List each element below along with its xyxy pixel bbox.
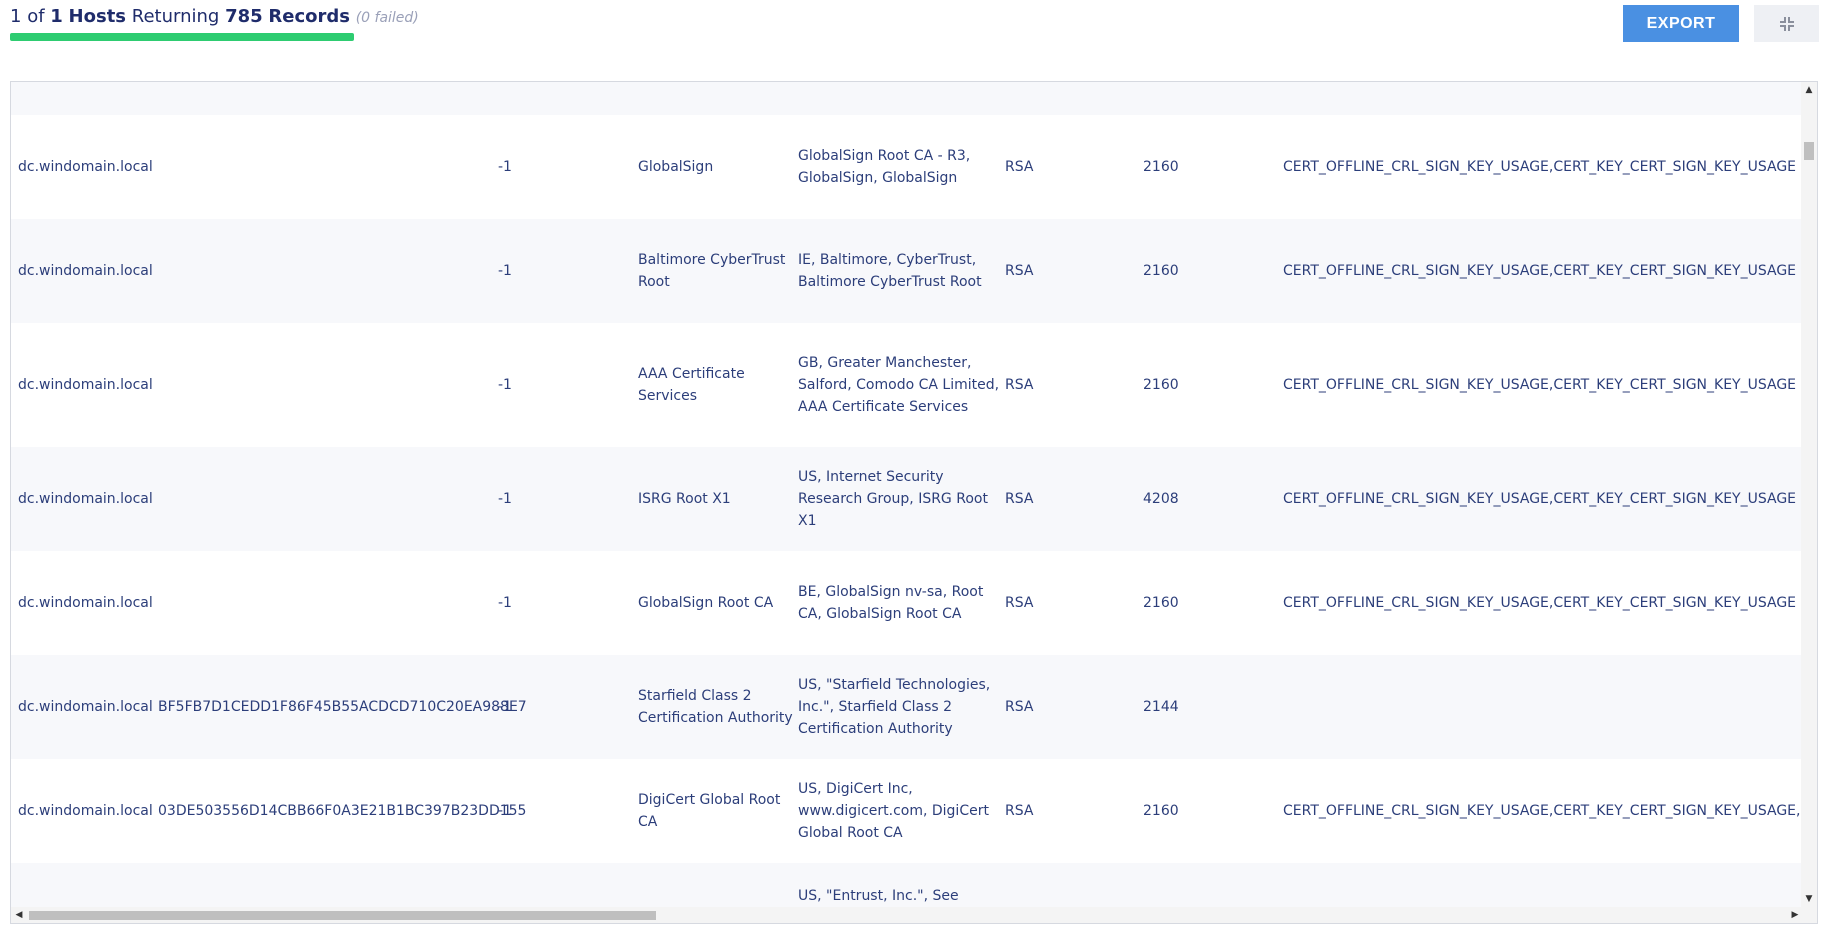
hosts-label: Hosts bbox=[68, 6, 127, 27]
cell-thumbprint bbox=[158, 551, 498, 655]
table-row: dc.windomain.local -1 AAA Certificate Serv… bbox=[11, 323, 1803, 447]
cell-key-length: 2144 bbox=[1143, 699, 1179, 715]
cell-col2 bbox=[498, 82, 638, 115]
cell-thumbprint bbox=[158, 82, 498, 115]
cell-subject: US, "Starfield Technologies, Inc.", Star… bbox=[798, 677, 991, 737]
cell-key-length: 2160 bbox=[1143, 803, 1179, 819]
scrollbar-corner bbox=[1801, 907, 1817, 923]
cell-hostname bbox=[18, 82, 158, 115]
cell-col2: -1 bbox=[498, 699, 512, 715]
cell-algorithm: RSA bbox=[1005, 803, 1034, 819]
records-label: Records bbox=[268, 6, 350, 27]
cell-key-usage: CERT_OFFLINE_CRL_SIGN_KEY_USAGE,CERT_KEY… bbox=[1283, 263, 1797, 279]
vertical-scroll-thumb[interactable] bbox=[1804, 142, 1814, 160]
cell-key-length: 2160 bbox=[1143, 377, 1179, 393]
scroll-up-icon[interactable]: ▲ bbox=[1801, 82, 1817, 98]
cell-issuer: DigiCert Global Root CA bbox=[638, 792, 781, 830]
horizontal-scroll-thumb[interactable] bbox=[29, 911, 656, 920]
cell-hostname: dc.windomain.local bbox=[18, 595, 153, 611]
records-count: 785 bbox=[225, 6, 263, 27]
table-row: dc.windomain.local 03DE503556D14CBB66F0A3… bbox=[11, 759, 1803, 863]
cell-hostname: dc.windomain.local bbox=[18, 803, 153, 819]
progress-fill bbox=[10, 33, 354, 41]
table-row: dc.windomain.local BF5FB7D1CEDD1F86F45B55… bbox=[11, 655, 1803, 759]
table-row bbox=[11, 82, 1803, 115]
cell-subject: BE, GlobalSign nv-sa, Root CA, GlobalSig… bbox=[798, 584, 984, 622]
table-row: dc.windomain.local -1 ISRG Root X1 US, Inte… bbox=[11, 447, 1803, 551]
cell-col2: -1 bbox=[498, 803, 512, 819]
cell-col2: -1 bbox=[498, 595, 512, 611]
cell-hostname: dc.windomain.local bbox=[18, 491, 153, 507]
cell-algorithm bbox=[1005, 82, 1143, 115]
cell-subject: US, Internet Security Research Group, IS… bbox=[798, 469, 988, 529]
scroll-left-icon[interactable]: ◀ bbox=[11, 907, 27, 923]
cell-issuer bbox=[638, 82, 798, 115]
hosts-total-count: 1 bbox=[50, 6, 63, 27]
progress-bar bbox=[10, 33, 354, 41]
vertical-scrollbar[interactable]: ▲ ▼ bbox=[1801, 82, 1817, 907]
cell-thumbprint bbox=[158, 323, 498, 447]
cell-subject bbox=[798, 82, 1005, 115]
results-header: 1 of 1 Hosts Returning 785 Records (0 fa… bbox=[0, 0, 1838, 60]
cell-issuer: GlobalSign Root CA bbox=[638, 595, 774, 611]
cell-key-length: 2160 bbox=[1143, 263, 1179, 279]
horizontal-scrollbar[interactable]: ◀ ▶ bbox=[11, 907, 1803, 923]
cell-algorithm: RSA bbox=[1005, 491, 1034, 507]
cell-key-usage bbox=[1283, 82, 1803, 115]
cell-algorithm: RSA bbox=[1005, 159, 1034, 175]
table-row: dc.windomain.local -1 GlobalSign Root CA BE… bbox=[11, 551, 1803, 655]
cell-col2: -1 bbox=[498, 491, 512, 507]
cell-key-length: 4208 bbox=[1143, 491, 1179, 507]
cell-thumbprint: BF5FB7D1CEDD1F86F45B55ACDCD710C20EA988E7 bbox=[158, 699, 527, 715]
cell-thumbprint: 03DE503556D14CBB66F0A3E21B1BC397B23DD155 bbox=[158, 803, 527, 819]
cell-algorithm: RSA bbox=[1005, 377, 1034, 393]
cell-hostname: dc.windomain.local bbox=[18, 377, 153, 393]
failed-count: (0 failed) bbox=[355, 10, 419, 26]
cell-thumbprint bbox=[158, 447, 498, 551]
cell-issuer: Baltimore CyberTrust Root bbox=[638, 252, 786, 290]
returning-label: Returning bbox=[131, 6, 220, 27]
cell-algorithm: RSA bbox=[1005, 699, 1034, 715]
cell-key-usage bbox=[1283, 655, 1803, 759]
of-label: of bbox=[27, 6, 45, 27]
cell-key-usage: CERT_OFFLINE_CRL_SIGN_KEY_USAGE,CERT_KEY… bbox=[1283, 377, 1797, 393]
cell-key-usage: CERT_OFFLINE_CRL_SIGN_KEY_USAGE,CERT_KEY… bbox=[1283, 159, 1797, 175]
cell-key-usage: CERT_OFFLINE_CRL_SIGN_KEY_USAGE,CERT_KEY… bbox=[1283, 595, 1797, 611]
cell-issuer: ISRG Root X1 bbox=[638, 491, 731, 507]
cell-algorithm: RSA bbox=[1005, 263, 1034, 279]
cell-col2: -1 bbox=[498, 263, 512, 279]
cell-key-usage: CERT_OFFLINE_CRL_SIGN_KEY_USAGE,CERT_KEY… bbox=[1283, 803, 1803, 819]
cell-subject: US, DigiCert Inc, www.digicert.com, Digi… bbox=[798, 781, 989, 841]
cell-algorithm: RSA bbox=[1005, 595, 1034, 611]
scroll-down-icon[interactable]: ▼ bbox=[1801, 891, 1817, 907]
export-button[interactable]: EXPORT bbox=[1623, 5, 1739, 42]
cell-issuer: GlobalSign bbox=[638, 159, 714, 175]
cell-subject: GlobalSign Root CA - R3, GlobalSign, Glo… bbox=[798, 148, 971, 186]
cell-thumbprint bbox=[158, 115, 498, 219]
hosts-done-count: 1 bbox=[10, 6, 22, 27]
cell-key-length: 2160 bbox=[1143, 159, 1179, 175]
cell-col2: -1 bbox=[498, 377, 512, 393]
results-summary: 1 of 1 Hosts Returning 785 Records (0 fa… bbox=[10, 6, 419, 27]
cell-col2: -1 bbox=[498, 159, 512, 175]
table-row: dc.windomain.local -1 GlobalSign GlobalSign… bbox=[11, 115, 1803, 219]
cell-hostname: dc.windomain.local bbox=[18, 159, 153, 175]
table-row: dc.windomain.local -1 Baltimore CyberTrust… bbox=[11, 219, 1803, 323]
cell-issuer: AAA Certificate Services bbox=[638, 366, 745, 404]
cell-key-length bbox=[1143, 82, 1283, 115]
results-table: dc.windomain.local -1 GlobalSign GlobalSign… bbox=[10, 81, 1818, 924]
cell-thumbprint bbox=[158, 219, 498, 323]
cell-hostname: dc.windomain.local bbox=[18, 263, 153, 279]
collapse-icon bbox=[1779, 16, 1795, 32]
cell-subject: IE, Baltimore, CyberTrust, Baltimore Cyb… bbox=[798, 252, 982, 290]
table-body: dc.windomain.local -1 GlobalSign GlobalSign… bbox=[11, 82, 1803, 923]
cell-key-length: 2160 bbox=[1143, 595, 1179, 611]
cell-subject: GB, Greater Manchester, Salford, Comodo … bbox=[798, 355, 1000, 415]
collapse-button[interactable] bbox=[1754, 5, 1819, 42]
cell-key-usage: CERT_OFFLINE_CRL_SIGN_KEY_USAGE,CERT_KEY… bbox=[1283, 491, 1797, 507]
cell-hostname: dc.windomain.local bbox=[18, 699, 153, 715]
cell-issuer: Starfield Class 2 Certification Authorit… bbox=[638, 688, 793, 726]
